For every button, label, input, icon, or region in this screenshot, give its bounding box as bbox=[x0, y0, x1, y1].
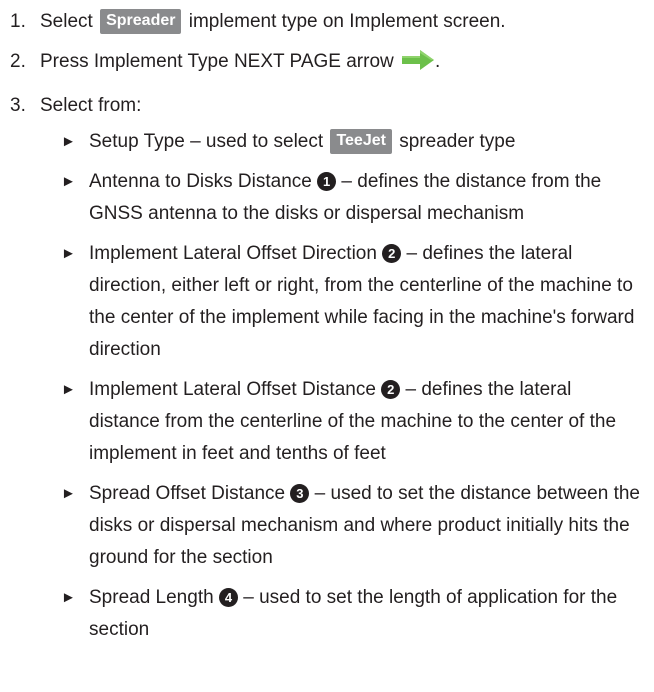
bullet-marker: ► bbox=[61, 133, 76, 150]
bullet-marker: ► bbox=[61, 589, 76, 606]
item-label: Spread Length bbox=[89, 587, 214, 608]
teejet-badge: TeeJet bbox=[330, 129, 392, 154]
item-text-pre: – used to select bbox=[190, 131, 324, 152]
list-item-lateral-offset-direction: ► Implement Lateral Offset Direction 2 –… bbox=[61, 238, 654, 366]
bullet-text: Antenna to Disks Distance 1 – defines th… bbox=[89, 166, 640, 230]
list-item-setup-type: ► Setup Type – used to select TeeJet spr… bbox=[61, 126, 654, 158]
step-number: 2. bbox=[10, 51, 26, 72]
list-item-spread-length: ► Spread Length 4 – used to set the leng… bbox=[61, 582, 654, 646]
step-3: 3. Select from: bbox=[10, 90, 654, 122]
item-label: Spread Offset Distance bbox=[89, 483, 286, 504]
step-1: 1. Select Spreader implement type on Imp… bbox=[10, 6, 654, 38]
list-item-spread-offset-distance: ► Spread Offset Distance 3 – used to set… bbox=[61, 478, 654, 574]
bullet-text: Implement Lateral Offset Direction 2 – d… bbox=[89, 238, 640, 366]
bullet-text: Spread Offset Distance 3 – used to set t… bbox=[89, 478, 640, 574]
callout-number: 2 bbox=[382, 244, 402, 263]
callout-number: 1 bbox=[317, 172, 337, 191]
item-label: Setup Type bbox=[89, 131, 185, 152]
bullet-marker: ► bbox=[61, 485, 76, 502]
item-text-post: spreader type bbox=[399, 131, 516, 152]
list-item-antenna-to-disks-distance: ► Antenna to Disks Distance 1 – defines … bbox=[61, 166, 654, 230]
step-2: 2. Press Implement Type NEXT PAGE arrow … bbox=[10, 46, 654, 82]
step-number: 3. bbox=[10, 95, 26, 116]
step-text-pre: Select bbox=[40, 11, 93, 32]
option-list: ► Setup Type – used to select TeeJet spr… bbox=[61, 126, 654, 646]
item-label: Implement Lateral Offset Direction bbox=[89, 243, 377, 264]
item-label: Implement Lateral Offset Distance bbox=[89, 379, 376, 400]
item-label: Antenna to Disks Distance bbox=[89, 171, 312, 192]
bullet-marker: ► bbox=[61, 173, 76, 190]
spreader-badge: Spreader bbox=[100, 9, 182, 34]
list-item-lateral-offset-distance: ► Implement Lateral Offset Distance 2 – … bbox=[61, 374, 654, 470]
step-text: Select Spreader implement type on Implem… bbox=[40, 6, 654, 38]
step-text-pre: Press Implement Type NEXT PAGE arrow bbox=[40, 51, 394, 72]
bullet-marker: ► bbox=[61, 245, 76, 262]
callout-number: 2 bbox=[381, 380, 401, 399]
instructions: 1. Select Spreader implement type on Imp… bbox=[0, 0, 654, 646]
bullet-marker: ► bbox=[61, 381, 76, 398]
bullet-text: Spread Length 4 – used to set the length… bbox=[89, 582, 640, 646]
bullet-text: Implement Lateral Offset Distance 2 – de… bbox=[89, 374, 640, 470]
step-text: Select from: bbox=[40, 95, 142, 116]
step-number: 1. bbox=[10, 11, 26, 32]
step-text-post: . bbox=[435, 51, 441, 72]
callout-number: 3 bbox=[290, 484, 310, 503]
bullet-text: Setup Type – used to select TeeJet sprea… bbox=[89, 126, 640, 158]
step-text-post: implement type on Implement screen. bbox=[188, 11, 506, 32]
callout-number: 4 bbox=[218, 588, 238, 607]
step-text: Press Implement Type NEXT PAGE arrow . bbox=[40, 46, 654, 82]
right-arrow-icon bbox=[401, 49, 435, 82]
